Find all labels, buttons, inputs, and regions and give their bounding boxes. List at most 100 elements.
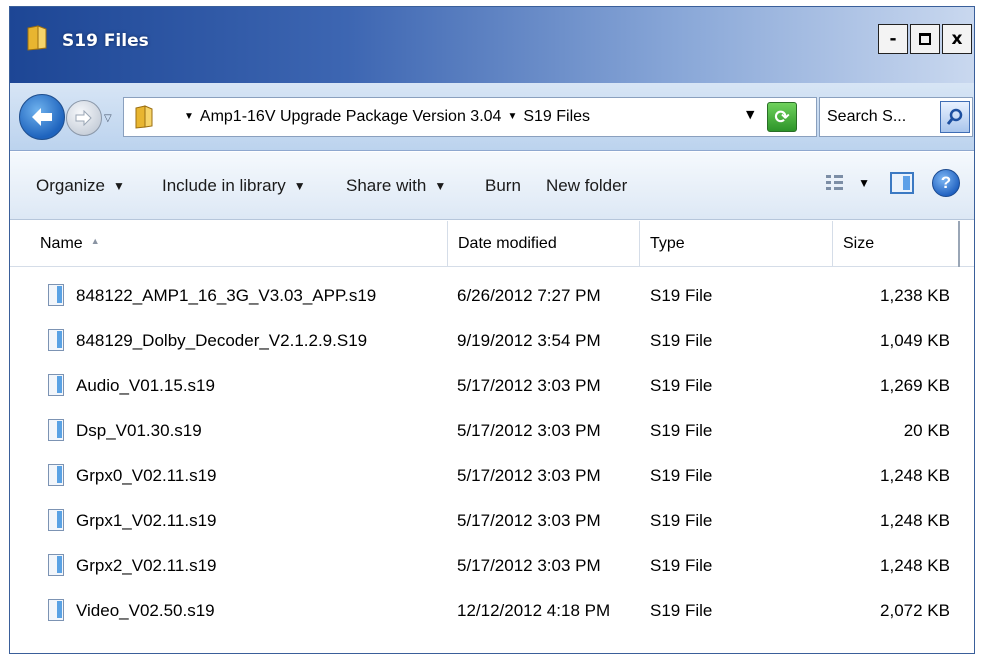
breadcrumb-item-package[interactable]: Amp1-16V Upgrade Package Version 3.04 [200,108,502,125]
column-header-size[interactable]: Size [833,221,960,267]
maximize-icon [919,33,931,45]
file-name: Dsp_V01.30.s19 [76,421,202,440]
file-name: Grpx0_V02.11.s19 [76,466,217,485]
file-row[interactable]: Grpx0_V02.11.s19 5/17/2012 3:03 PM S19 F… [10,457,974,501]
recent-pages-chevron-icon[interactable]: ▽ [104,113,112,124]
file-name: Grpx2_V02.11.s19 [76,556,217,575]
file-row[interactable]: 848122_AMP1_16_3G_V3.03_APP.s19 6/26/201… [10,277,974,321]
file-icon [48,509,64,531]
organize-menu[interactable]: Organize ▼ [36,176,125,196]
column-header-date-label: Date modified [458,235,557,252]
sort-ascending-icon: ▲ [90,236,100,246]
breadcrumb-chevron-icon[interactable]: ▼ [184,111,194,122]
search-icon [946,108,963,125]
column-header-row: Name ▲ Date modified Type Size [10,221,974,267]
file-date: 5/17/2012 3:03 PM [457,511,601,530]
file-size: 1,238 KB [880,286,950,305]
forward-arrow-icon [75,110,92,126]
file-size: 1,248 KB [880,511,950,530]
file-size: 2,072 KB [880,601,950,620]
folder-icon [135,105,153,129]
include-in-library-menu[interactable]: Include in library ▼ [162,176,306,196]
file-name: 848129_Dolby_Decoder_V2.1.2.9.S19 [76,331,368,350]
column-header-size-label: Size [843,235,875,252]
change-view-icon[interactable] [826,175,844,191]
file-date: 12/12/2012 4:18 PM [457,601,611,620]
breadcrumb-item-s19-files[interactable]: S19 Files [523,108,590,125]
breadcrumb: ▼ Amp1-16V Upgrade Package Version 3.04 ▼ S… [178,108,590,126]
title-bar[interactable]: S19 Files - x [10,7,974,83]
window-title: S19 Files [62,31,149,51]
include-in-library-label: Include in library [162,176,286,195]
column-header-date-modified[interactable]: Date modified [448,221,640,267]
dropdown-caret-icon: ▼ [434,179,447,193]
address-bar[interactable]: ▼ Amp1-16V Upgrade Package Version 3.04 ▼ S… [123,97,817,137]
file-size: 1,049 KB [880,331,950,350]
preview-pane-icon[interactable] [890,172,914,194]
file-row[interactable]: Grpx1_V02.11.s19 5/17/2012 3:03 PM S19 F… [10,502,974,546]
forward-button[interactable] [66,100,102,136]
share-with-label: Share with [346,176,427,195]
file-name: Video_V02.50.s19 [76,601,215,620]
file-name: Audio_V01.15.s19 [76,376,215,395]
dropdown-caret-icon: ▼ [112,179,125,193]
maximize-button[interactable] [910,24,940,54]
column-header-type-label: Type [650,235,685,252]
file-name: 848122_AMP1_16_3G_V3.03_APP.s19 [76,286,377,305]
dropdown-caret-icon: ▼ [293,179,306,193]
column-header-name[interactable]: Name ▲ [30,221,448,267]
minimize-button[interactable]: - [878,24,908,54]
file-type: S19 File [650,466,713,485]
file-row[interactable]: Grpx2_V02.11.s19 5/17/2012 3:03 PM S19 F… [10,547,974,591]
file-icon [48,464,64,486]
window-controls: - x [876,24,972,54]
file-date: 5/17/2012 3:03 PM [457,421,601,440]
new-folder-label: New folder [546,176,628,195]
folder-icon [27,25,47,51]
file-size: 1,269 KB [880,376,950,395]
command-bar: Organize ▼ Include in library ▼ Share with… [10,152,974,220]
file-icon [48,419,64,441]
address-dropdown-icon[interactable]: ▼ [746,108,754,121]
file-size: 1,248 KB [880,556,950,575]
file-name: Grpx1_V02.11.s19 [76,511,217,530]
refresh-button[interactable]: ⟳ [767,102,797,132]
file-row[interactable]: Audio_V01.15.s19 5/17/2012 3:03 PM S19 F… [10,367,974,411]
navigation-bar: ▽ ▼ Amp1-16V Upgrade Package Version 3.04… [10,83,974,151]
burn-button[interactable]: Burn [485,176,521,196]
search-input[interactable]: Search S... [827,108,906,126]
search-box[interactable]: Search S... [819,97,973,137]
file-row[interactable]: Video_V02.50.s19 12/12/2012 4:18 PM S19 … [10,592,974,636]
help-icon[interactable]: ? [932,169,960,197]
search-button[interactable] [940,101,970,133]
file-type: S19 File [650,331,713,350]
file-type: S19 File [650,556,713,575]
close-button[interactable]: x [942,24,972,54]
file-type: S19 File [650,601,713,620]
refresh-icon: ⟳ [774,106,790,128]
file-date: 6/26/2012 7:27 PM [457,286,601,305]
back-arrow-icon [32,108,52,126]
column-header-name-label: Name [40,235,83,252]
file-row[interactable]: Dsp_V01.30.s19 5/17/2012 3:03 PM S19 Fil… [10,412,974,456]
file-size: 20 KB [903,421,950,440]
share-with-menu[interactable]: Share with ▼ [346,176,446,196]
file-type: S19 File [650,376,713,395]
file-type: S19 File [650,286,713,305]
organize-label: Organize [36,176,105,195]
file-type: S19 File [650,421,713,440]
view-controls: ▼ ? [826,169,960,197]
file-icon [48,554,64,576]
view-options-chevron-icon[interactable]: ▼ [858,176,870,190]
file-icon [48,599,64,621]
back-button[interactable] [19,94,65,140]
file-icon [48,284,64,306]
file-date: 9/19/2012 3:54 PM [457,331,601,350]
new-folder-button[interactable]: New folder [546,176,627,196]
file-icon [48,329,64,351]
column-header-type[interactable]: Type [640,221,833,267]
file-row[interactable]: 848129_Dolby_Decoder_V2.1.2.9.S19 9/19/2… [10,322,974,366]
file-icon [48,374,64,396]
file-date: 5/17/2012 3:03 PM [457,556,601,575]
breadcrumb-chevron-icon[interactable]: ▼ [507,111,517,122]
